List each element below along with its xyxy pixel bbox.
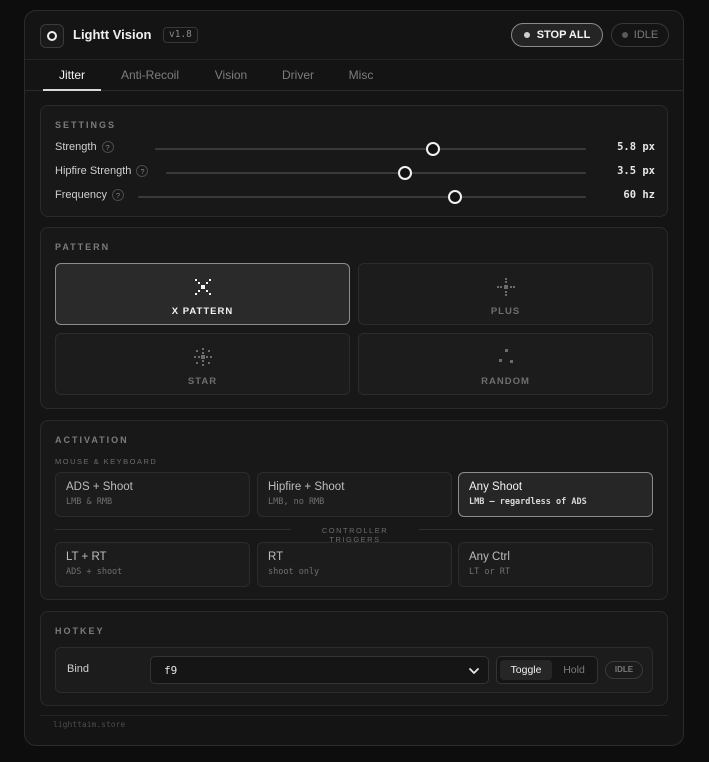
status-badge: IDLE — [611, 23, 669, 47]
version-badge: v1.8 — [163, 27, 198, 43]
activation-option-label: Hipfire + Shoot — [268, 481, 345, 493]
hipfire-strength-slider[interactable] — [166, 166, 586, 180]
status-dot-icon — [621, 32, 628, 38]
pattern-x-label: X PATTERN — [171, 306, 234, 317]
mode-hold-button[interactable]: Hold — [553, 660, 595, 680]
pattern-random-label: RANDOM — [481, 376, 530, 387]
hotkey-status-badge: IDLE — [605, 661, 643, 679]
app-window: Lightt Vision v1.8 STOP ALL IDLE Jitter … — [24, 10, 684, 746]
activation-panel: ACTIVATION MOUSE & KEYBOARD ADS + Shoot … — [40, 420, 668, 600]
mode-toggle-button[interactable]: Toggle — [500, 660, 552, 680]
star-pattern-icon — [194, 348, 212, 366]
pattern-title: PATTERN — [55, 242, 111, 252]
hotkey-row: Bind f9 Toggle Hold IDLE — [55, 647, 653, 693]
tab-misc[interactable]: Misc — [339, 60, 383, 91]
help-icon[interactable]: ? — [136, 165, 149, 177]
settings-title: SETTINGS — [55, 120, 117, 130]
activation-any-ctrl-button[interactable]: Any Ctrl LT or RT — [458, 542, 653, 587]
mode-toggle-group: Toggle Hold — [496, 656, 598, 684]
bind-key-select[interactable]: f9 — [150, 656, 489, 684]
hotkey-panel: HOTKEY Bind f9 Toggle Hold IDLE — [40, 611, 668, 706]
activation-ads-shoot-button[interactable]: ADS + Shoot LMB & RMB — [55, 472, 250, 517]
plus-pattern-icon — [497, 278, 515, 296]
bind-key-value: f9 — [164, 664, 178, 677]
activation-rt-button[interactable]: RT shoot only — [257, 542, 452, 587]
hipfire-strength-label: Hipfire Strength — [55, 165, 132, 177]
strength-slider[interactable] — [155, 142, 586, 156]
frequency-slider-thumb[interactable] — [448, 190, 463, 204]
activation-hipfire-shoot-button[interactable]: Hipfire + Shoot LMB, no RMB — [257, 472, 452, 517]
pattern-plus-label: PLUS — [490, 306, 521, 317]
tab-bar: Jitter Anti-Recoil Vision Driver Misc — [25, 59, 683, 91]
pattern-star-button[interactable]: STAR — [55, 333, 350, 395]
x-pattern-icon — [195, 279, 211, 295]
footer-text: lighttaim.store — [53, 720, 126, 729]
activation-option-sub: LMB — regardless of ADS — [469, 497, 587, 507]
hipfire-strength-slider-thumb[interactable] — [398, 166, 413, 180]
stop-dot-icon — [523, 32, 530, 38]
activation-option-sub: LMB & RMB — [66, 497, 113, 507]
footer-divider — [40, 715, 668, 716]
divider — [55, 529, 291, 530]
hipfire-strength-value: 3.5 px — [617, 165, 655, 177]
activation-option-label: ADS + Shoot — [66, 481, 133, 493]
strength-slider-row: Strength ? 5.8 px — [55, 141, 655, 157]
activation-option-sub: ADS + shoot — [66, 567, 123, 577]
strength-slider-thumb[interactable] — [425, 142, 440, 156]
activation-option-label: RT — [268, 551, 284, 563]
activation-option-sub: shoot only — [268, 567, 320, 577]
pattern-panel: PATTERN X PATTERN PLUS STAR RANDOM — [40, 227, 668, 409]
pattern-plus-button[interactable]: PLUS — [358, 263, 653, 325]
tab-jitter[interactable]: Jitter — [43, 60, 101, 91]
tab-driver[interactable]: Driver — [273, 60, 323, 91]
activation-option-label: LT + RT — [66, 551, 107, 563]
activation-any-shoot-button[interactable]: Any Shoot LMB — regardless of ADS — [458, 472, 653, 517]
pattern-random-button[interactable]: RANDOM — [358, 333, 653, 395]
pattern-star-label: STAR — [187, 376, 218, 387]
tab-vision[interactable]: Vision — [205, 60, 257, 91]
mouse-keyboard-heading: MOUSE & KEYBOARD — [55, 457, 158, 466]
tab-anti-recoil[interactable]: Anti-Recoil — [113, 60, 187, 91]
chevron-down-icon — [469, 668, 479, 674]
app-title: Lightt Vision — [73, 27, 152, 42]
help-icon[interactable]: ? — [101, 141, 114, 153]
activation-option-label: Any Ctrl — [469, 551, 510, 563]
hipfire-strength-slider-row: Hipfire Strength ? 3.5 px — [55, 165, 655, 181]
activation-lt-rt-button[interactable]: LT + RT ADS + shoot — [55, 542, 250, 587]
title-bar: Lightt Vision v1.8 STOP ALL IDLE — [25, 11, 683, 59]
status-label: IDLE — [633, 29, 659, 41]
strength-label: Strength — [55, 141, 97, 153]
app-logo-icon — [40, 24, 64, 48]
activation-option-sub: LMB, no RMB — [268, 497, 325, 507]
hotkey-title: HOTKEY — [55, 626, 105, 636]
help-icon[interactable]: ? — [111, 189, 124, 201]
stop-all-label: STOP ALL — [536, 29, 591, 41]
random-pattern-icon — [499, 349, 513, 363]
activation-option-sub: LT or RT — [469, 567, 510, 577]
frequency-slider[interactable] — [138, 190, 586, 204]
settings-panel: SETTINGS Strength ? 5.8 px Hipfire Stren… — [40, 105, 668, 217]
frequency-label: Frequency — [55, 189, 107, 201]
divider — [419, 529, 653, 530]
bind-label: Bind — [67, 663, 90, 675]
activation-option-label: Any Shoot — [469, 481, 523, 493]
frequency-slider-row: Frequency ? 60 hz — [55, 189, 655, 205]
frequency-value: 60 hz — [623, 189, 655, 201]
pattern-x-button[interactable]: X PATTERN — [55, 263, 350, 325]
stop-all-button[interactable]: STOP ALL — [511, 23, 603, 47]
activation-title: ACTIVATION — [55, 435, 129, 445]
strength-value: 5.8 px — [617, 141, 655, 153]
